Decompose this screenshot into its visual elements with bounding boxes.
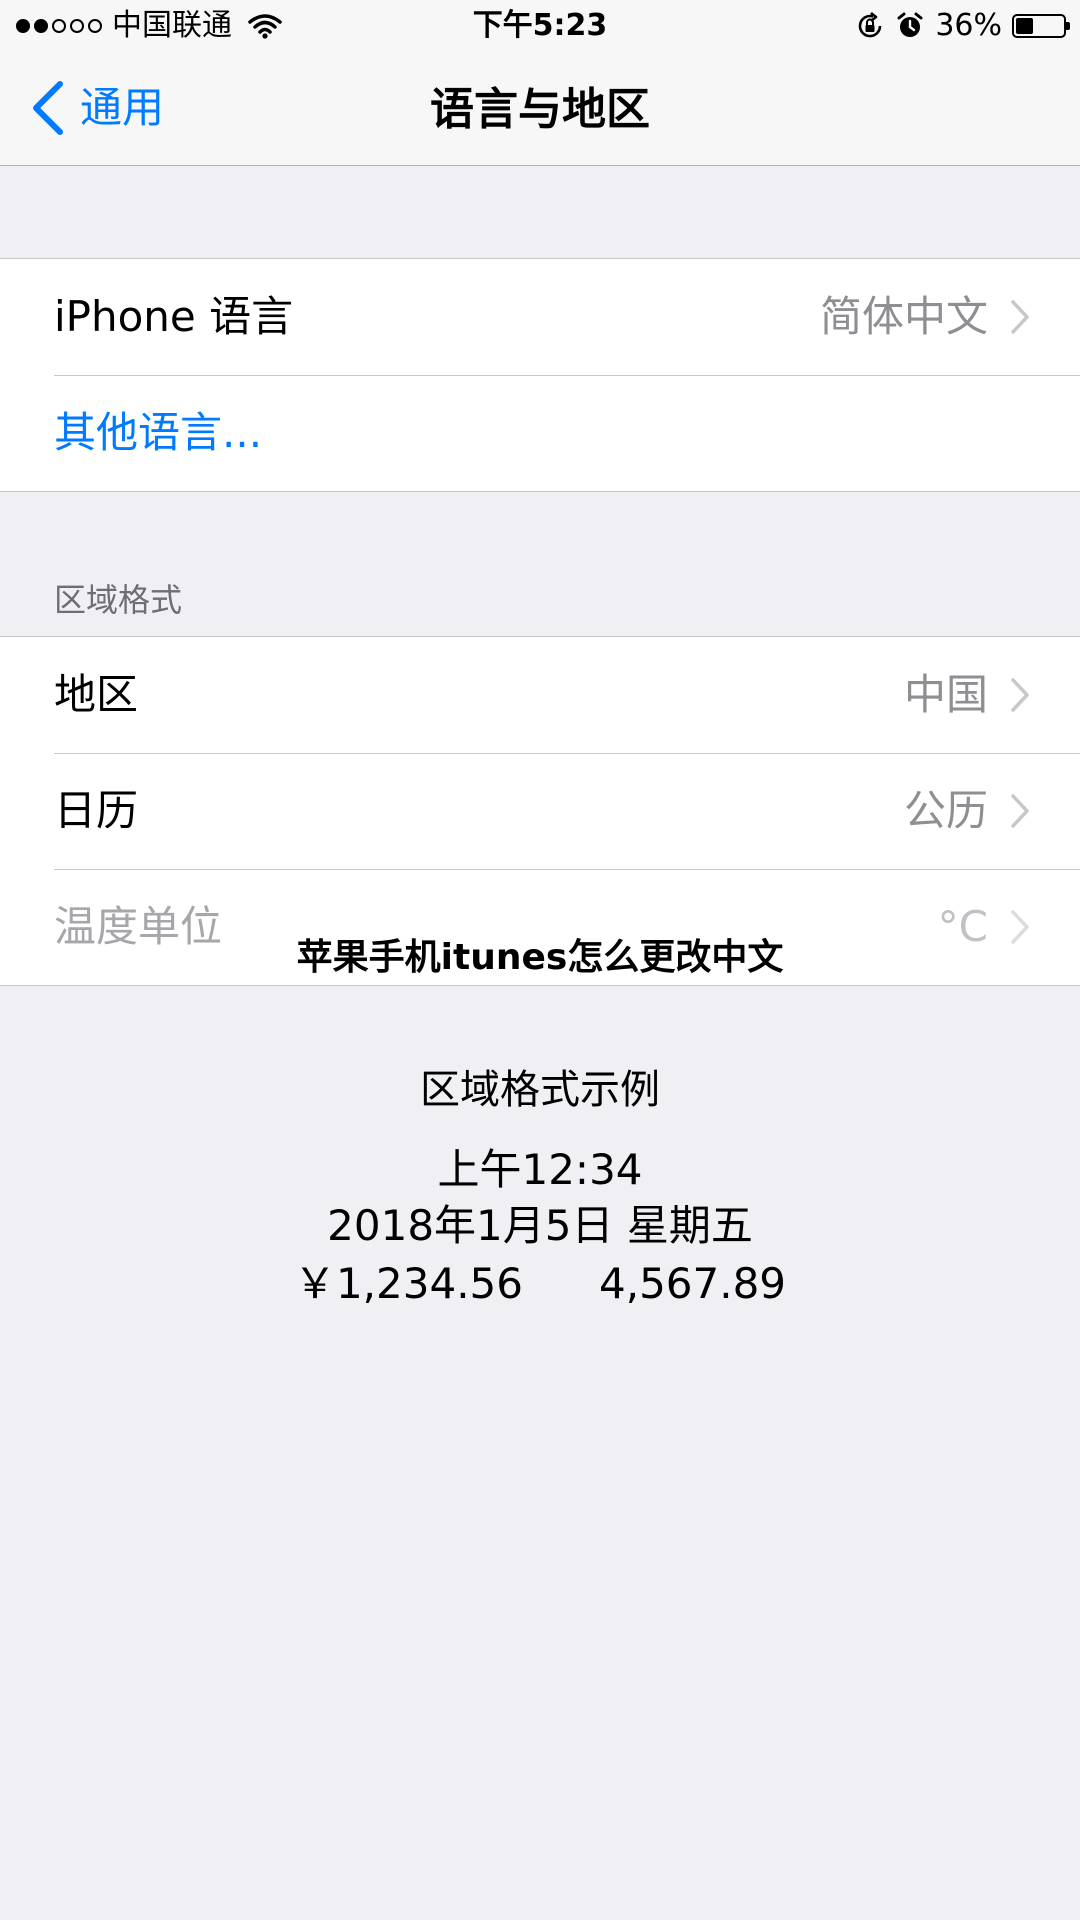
calendar-value: 公历 [903, 786, 988, 835]
chevron-right-icon [1011, 300, 1029, 334]
overlay-caption: 苹果手机itunes怎么更改中文 [296, 937, 784, 978]
region-format-header: 区域格式 [54, 581, 183, 619]
format-example-time: 上午12:34 [437, 1145, 643, 1194]
battery-fill [1016, 18, 1033, 34]
region-label: 地区 [54, 670, 139, 719]
other-languages-link: 其他语言... [54, 408, 263, 457]
format-example-numbers: ￥1,234.56 4,567.89 [0, 1256, 1080, 1312]
language-group: iPhone 语言 简体中文 其他语言... [0, 258, 1080, 492]
alarm-icon [897, 12, 923, 37]
region-format-example: 区域格式示例 上午12:34 2018年1月5日 星期五 ￥1,234.56 4… [0, 1020, 1080, 1920]
region-value: 中国 [903, 670, 988, 719]
battery-icon [1012, 14, 1070, 38]
format-example-number: 4,567.89 [599, 1259, 787, 1308]
chevron-right-icon [1011, 678, 1029, 712]
iphone-language-value: 简体中文 [819, 292, 988, 341]
format-example-currency: ￥1,234.56 [293, 1259, 523, 1308]
navigation-bar: 通用 语言与地区 [0, 52, 1080, 166]
calendar-label: 日历 [54, 786, 139, 835]
iphone-language-row[interactable]: iPhone 语言 简体中文 [0, 259, 1080, 375]
page-title: 语言与地区 [430, 84, 650, 135]
status-right: 36% [855, 8, 1070, 44]
other-languages-row[interactable]: 其他语言... [0, 375, 1080, 491]
format-example-title: 区域格式示例 [420, 1067, 660, 1113]
format-example-date: 2018年1月5日 星期五 [327, 1201, 753, 1250]
region-row[interactable]: 地区 中国 [0, 637, 1080, 753]
iphone-language-label: iPhone 语言 [54, 292, 294, 341]
calendar-row[interactable]: 日历 公历 [0, 753, 1080, 869]
status-bar: 中国联通 下午5:23 36% [0, 0, 1080, 52]
rotation-lock-icon [859, 11, 882, 38]
chevron-right-icon [1011, 794, 1029, 828]
battery-percent: 36% [935, 8, 1002, 43]
